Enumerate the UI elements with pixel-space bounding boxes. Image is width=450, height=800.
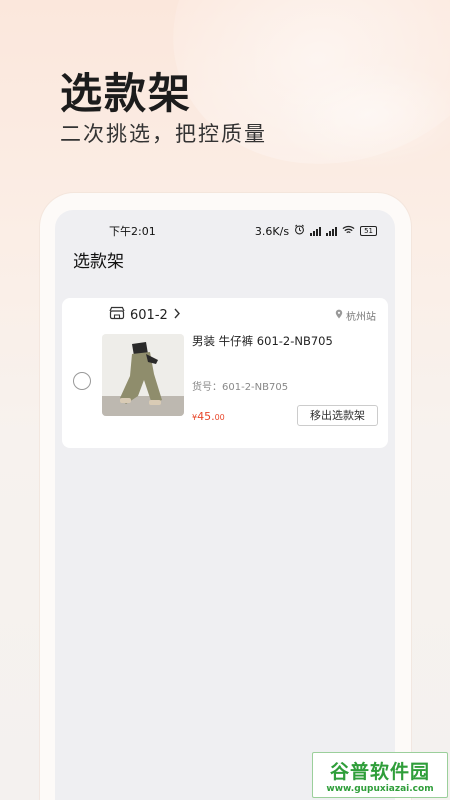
location-pin-icon	[335, 309, 343, 322]
remove-from-shelf-button[interactable]: 移出选款架	[297, 405, 378, 426]
alarm-icon	[294, 224, 305, 238]
wifi-icon	[342, 225, 355, 238]
product-code: 货号：601-2-NB705	[192, 382, 289, 393]
hero-title: 选款架	[60, 69, 193, 118]
product-card: 601-2 杭州站 男装 牛仔裤 601-2-NB705 货号：601-2-NB…	[62, 298, 388, 448]
shop-name: 601-2	[130, 307, 168, 323]
status-icons: 3.6K/s 51	[255, 224, 377, 238]
price-main: 45.	[197, 410, 215, 423]
hero-subtitle: 二次挑选，把控质量	[60, 122, 267, 146]
page-title: 选款架	[73, 252, 124, 272]
signal-icon-2	[326, 226, 338, 236]
status-bar: 下午2:01 3.6K/s 51	[55, 210, 395, 252]
store-icon	[109, 306, 125, 324]
product-price: ¥45.00	[192, 410, 225, 423]
site-watermark: 谷普软件园 www.gupuxiazai.com	[312, 752, 448, 798]
select-radio[interactable]	[73, 372, 91, 390]
phone-screen: 下午2:01 3.6K/s 51 选款架 601-2 杭州站 男装 牛仔裤 60…	[55, 210, 395, 800]
chevron-right-icon	[173, 308, 181, 323]
network-speed: 3.6K/s	[254, 224, 290, 238]
location: 杭州站	[335, 308, 376, 323]
status-time: 下午2:01	[109, 225, 156, 238]
signal-icon	[310, 226, 322, 236]
product-image[interactable]	[102, 334, 184, 416]
shop-link[interactable]: 601-2	[109, 306, 181, 324]
location-label: 杭州站	[346, 312, 376, 323]
product-name[interactable]: 男装 牛仔裤 601-2-NB705	[192, 333, 333, 349]
battery-icon: 51	[360, 226, 377, 236]
watermark-brand: 谷普软件园	[329, 760, 430, 783]
price-decimal: 00	[214, 413, 225, 422]
watermark-url: www.gupuxiazai.com	[326, 783, 434, 794]
